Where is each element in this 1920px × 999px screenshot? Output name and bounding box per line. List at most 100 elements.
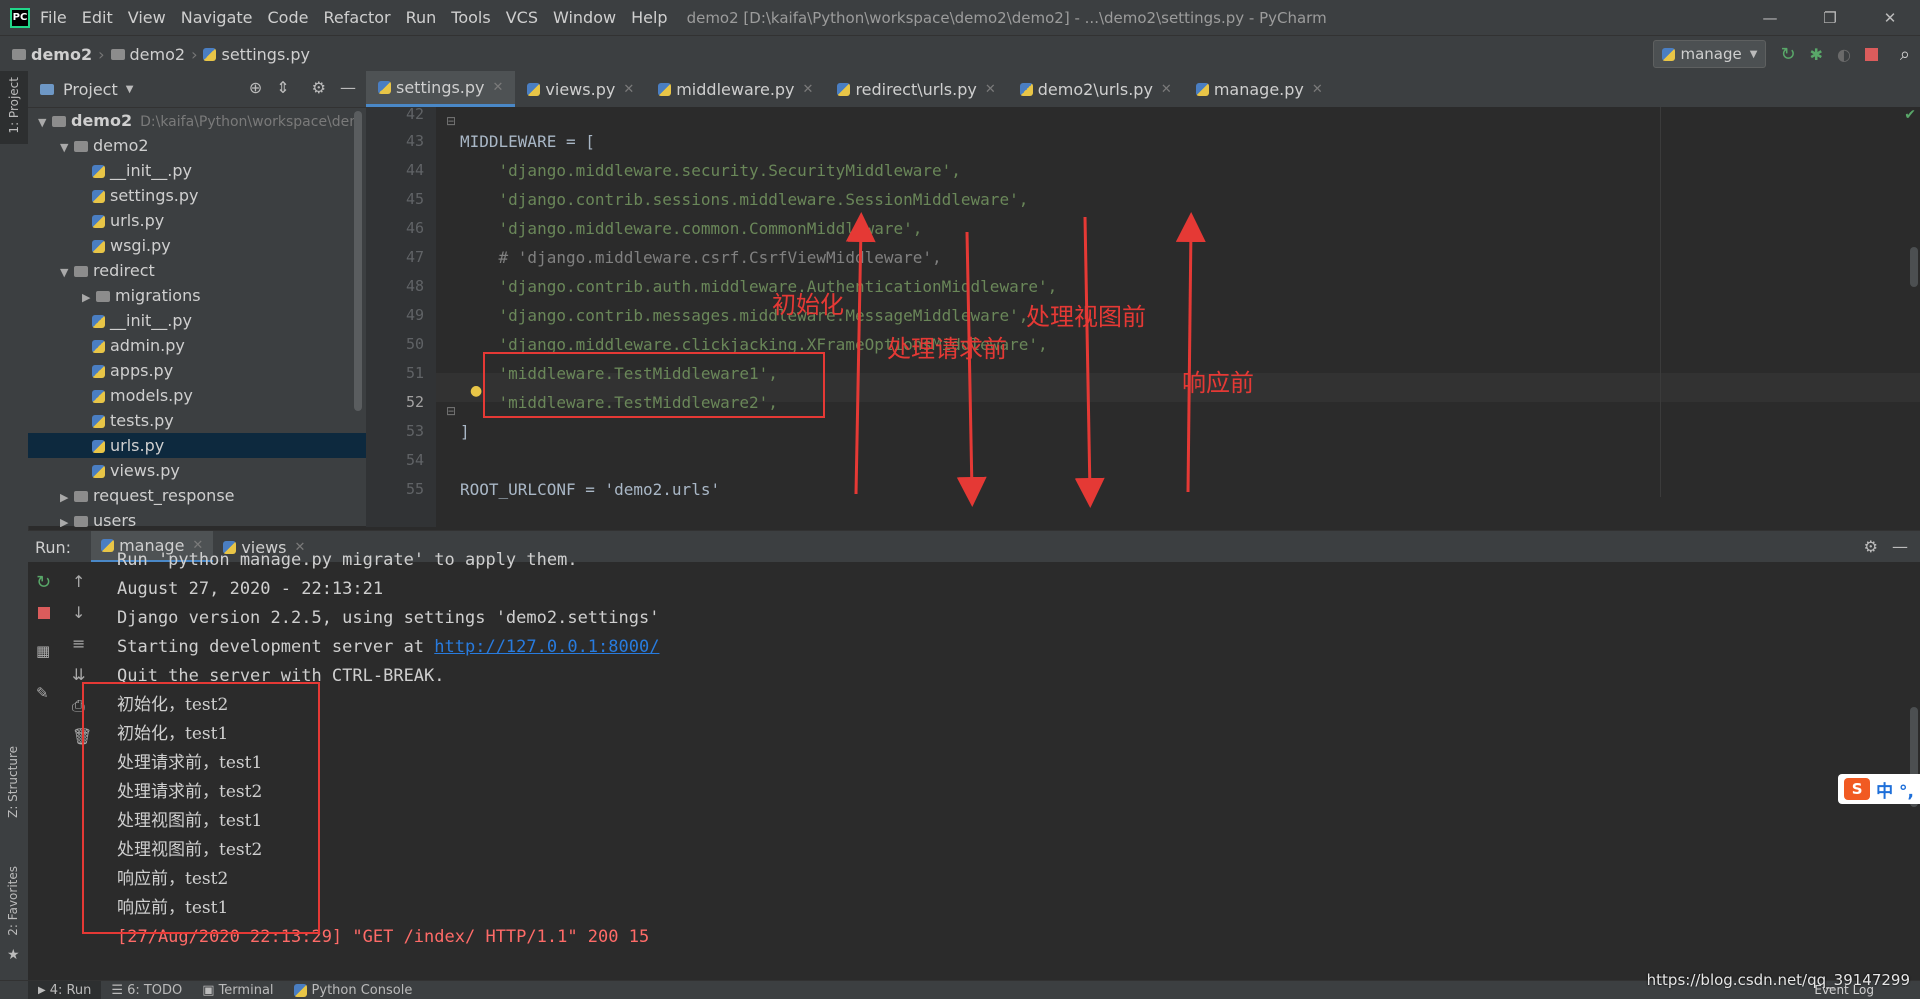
folder-icon: [74, 141, 88, 152]
status-tab-terminal[interactable]: ▣ Terminal: [192, 983, 283, 998]
python-icon: [1662, 47, 1676, 61]
tree-item[interactable]: ▼ redirect: [28, 258, 366, 283]
tree-item[interactable]: tests.py: [28, 408, 366, 433]
tree-item[interactable]: ▼ demo2: [28, 133, 366, 158]
tree-item[interactable]: views.py: [28, 458, 366, 483]
tree-item[interactable]: __init__.py: [28, 308, 366, 333]
python-file-icon: [92, 465, 105, 478]
editor-tab-label: middleware.py: [676, 79, 795, 99]
menu-item-code[interactable]: Code: [268, 8, 309, 27]
tree-item[interactable]: ▶ users: [28, 508, 366, 527]
stop-icon[interactable]: [38, 607, 50, 619]
run-config-select[interactable]: manage ▼: [1653, 40, 1767, 68]
run-console[interactable]: Run 'python manage.py migrate' to apply …: [82, 550, 1920, 980]
close-tab-icon[interactable]: ✕: [1312, 82, 1323, 97]
chevron-down-icon[interactable]: ▼: [60, 135, 74, 158]
menu-item-refactor[interactable]: Refactor: [323, 8, 390, 27]
locate-icon[interactable]: ⊕: [249, 78, 262, 97]
menu-item-run[interactable]: Run: [406, 8, 437, 27]
menu-item-view[interactable]: View: [128, 8, 166, 27]
gear-icon[interactable]: ⚙: [312, 78, 326, 97]
chevron-down-icon[interactable]: ▼: [38, 110, 52, 133]
tree-item[interactable]: wsgi.py: [28, 233, 366, 258]
tree-item[interactable]: ▶ migrations: [28, 283, 366, 308]
chevron-right-icon[interactable]: ▶: [82, 285, 96, 308]
collapse-all-icon[interactable]: ⇕: [276, 78, 289, 97]
folder-icon: [52, 116, 66, 127]
editor-tab[interactable]: views.py ✕: [515, 71, 646, 107]
hide-icon[interactable]: —: [340, 78, 356, 97]
close-icon[interactable]: ✕: [1860, 9, 1920, 27]
close-tab-icon[interactable]: ✕: [803, 82, 814, 97]
tree-item[interactable]: ▶ request_response: [28, 483, 366, 508]
status-tab-python-console[interactable]: Python Console: [284, 983, 423, 998]
minimize-icon[interactable]: —: [1740, 9, 1800, 27]
project-panel-title[interactable]: Project: [63, 80, 118, 99]
coverage-icon[interactable]: ◐: [1837, 45, 1851, 64]
breadcrumb-item[interactable]: demo2: [31, 45, 92, 64]
python-file-icon: [1195, 82, 1209, 96]
python-file-icon: [658, 82, 672, 96]
tree-item[interactable]: apps.py: [28, 358, 366, 383]
layout-icon[interactable]: ▦: [36, 642, 50, 660]
play-icon: ▶: [38, 984, 46, 996]
code-editor[interactable]: 42 43 44 45 46 47 48 49 50 51 52 53 54 55 MIDDLEWARE …: [366, 107, 1920, 527]
arrow-up-icon[interactable]: ↑: [72, 572, 85, 591]
menu-item-vcs[interactable]: VCS: [506, 8, 538, 27]
editor-tab[interactable]: manage.py ✕: [1184, 71, 1335, 107]
breadcrumb-item[interactable]: demo2: [130, 45, 186, 64]
stop-icon[interactable]: [1864, 47, 1878, 61]
status-tab-label: 4: Run: [49, 982, 92, 998]
tree-scrollbar[interactable]: [354, 111, 362, 411]
rerun-icon[interactable]: ↻: [1780, 44, 1795, 65]
tree-item[interactable]: models.py: [28, 383, 366, 408]
menu-item-file[interactable]: File: [40, 8, 67, 27]
highlight-box: [82, 682, 320, 934]
pin-icon[interactable]: ✎: [36, 684, 49, 702]
restore-icon[interactable]: ❐: [1800, 9, 1860, 27]
breadcrumb: demo2 › demo2 › settings.py: [0, 45, 316, 64]
debug-icon[interactable]: ✱: [1810, 45, 1823, 64]
close-tab-icon[interactable]: ✕: [985, 82, 996, 97]
editor-tab[interactable]: settings.py ✕: [366, 71, 516, 107]
server-link[interactable]: http://127.0.0.1:8000/: [434, 637, 659, 657]
soft-wrap-icon[interactable]: ≡: [72, 634, 85, 653]
breadcrumb-item[interactable]: settings.py: [221, 45, 310, 64]
event-log-button[interactable]: Event Log: [1814, 983, 1874, 997]
menu-item-tools[interactable]: Tools: [451, 8, 490, 27]
chevron-right-icon[interactable]: ▶: [60, 510, 74, 527]
editor-tab[interactable]: redirect\urls.py ✕: [825, 71, 1007, 107]
menu-item-window[interactable]: Window: [553, 8, 616, 27]
chevron-right-icon[interactable]: ▶: [60, 485, 74, 508]
tree-item[interactable]: settings.py: [28, 183, 366, 208]
ime-toolbar[interactable]: S 中 °,: [1838, 774, 1920, 804]
project-tool-button[interactable]: 1: Project: [0, 71, 28, 144]
menu-item-edit[interactable]: Edit: [82, 8, 113, 27]
tree-item[interactable]: admin.py: [28, 333, 366, 358]
chevron-down-icon: ▼: [1749, 48, 1758, 60]
editor-tab[interactable]: middleware.py ✕: [646, 71, 825, 107]
arrow-down-icon[interactable]: ↓: [72, 603, 85, 622]
close-tab-icon[interactable]: ✕: [623, 82, 634, 97]
project-icon: [40, 83, 54, 95]
rerun-icon[interactable]: ↻: [36, 572, 51, 593]
tree-item[interactable]: urls.py: [28, 433, 366, 458]
menu-item-navigate[interactable]: Navigate: [181, 8, 253, 27]
search-icon[interactable]: ⌕: [1900, 44, 1910, 65]
console-line: Starting development server at http://12…: [108, 633, 659, 662]
gear-icon[interactable]: ⚙: [1864, 537, 1878, 556]
status-tab-todo[interactable]: ☰ 6: TODO: [101, 983, 192, 998]
chevron-down-icon[interactable]: ▼: [60, 260, 74, 283]
status-tab-run[interactable]: ▶ 4: Run: [28, 981, 102, 999]
close-tab-icon[interactable]: ✕: [1161, 82, 1172, 97]
close-tab-icon[interactable]: ✕: [493, 80, 504, 95]
folder-icon: [74, 516, 88, 527]
tree-item[interactable]: ▼ demo2 D:\kaifa\Python\workspace\dem: [28, 108, 366, 133]
menu-item-help[interactable]: Help: [631, 8, 667, 27]
tree-item[interactable]: urls.py: [28, 208, 366, 233]
window-title: demo2 [D:\kaifa\Python\workspace\demo2\d…: [686, 8, 1327, 27]
chevron-down-icon[interactable]: ▼: [126, 84, 134, 95]
tree-item[interactable]: __init__.py: [28, 158, 366, 183]
hide-icon[interactable]: —: [1892, 537, 1908, 556]
editor-tab[interactable]: demo2\urls.py ✕: [1008, 71, 1184, 107]
